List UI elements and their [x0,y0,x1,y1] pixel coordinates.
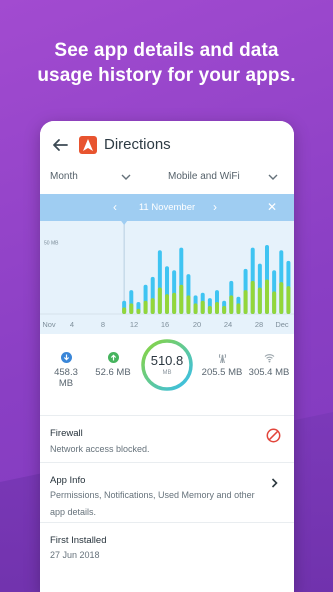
bar-mobile [265,279,269,314]
headline-line-2: usage history for your apps. [37,65,296,86]
selected-date: 11 November [138,202,196,213]
firewall-status: Network access blocked. [50,444,150,454]
bar-mobile [157,287,162,314]
bar-mobile [129,303,134,314]
bar-mobile [186,295,191,314]
bar-mobile [229,295,234,314]
x-tick-label: 20 [193,320,201,329]
total-usage-ring: 510.8 MB [140,338,194,392]
x-tick-label: 12 [130,320,138,329]
stat-mobile: 205.5 MB [200,352,244,378]
chart-canvas: 50 MB Nov 4 8 12 16 20 24 28 Dec [40,221,294,329]
bar-mobile [165,294,169,314]
firewall-section[interactable]: Firewall Network access blocked. [40,416,294,463]
upload-icon [107,352,119,363]
x-tick-label: 16 [161,320,169,329]
chevron-right-icon [271,478,278,488]
bar-mobile [272,291,277,314]
bar-mobile [279,282,284,314]
period-value: Month [50,171,78,182]
cellular-tower-icon [218,353,226,363]
wifi-icon [264,354,274,363]
bar-mobile [179,284,184,314]
bar-mobile [136,308,141,314]
bar-mobile [207,306,212,314]
app-bar: Directions [40,121,294,169]
app-info-title: App Info [50,475,86,486]
bar-mobile [215,302,219,314]
x-tick-label: 4 [70,320,74,329]
first-installed-date: 27 Jun 2018 [50,550,100,560]
app-info-section[interactable]: App Info Permissions, Notifications, Use… [40,463,294,523]
blocked-icon[interactable] [266,428,281,443]
bar-mobile [222,306,227,314]
headline-line-1: See app details and data [54,40,279,61]
bar-mobile [150,298,155,314]
bar-mobile [122,307,127,314]
bar-mobile [200,300,205,314]
x-tick-label: Nov [42,320,56,329]
x-tick-label: Dec [275,320,289,329]
first-installed-title: First Installed [50,535,107,546]
stat-wifi: 305.4 MB [247,352,291,378]
close-icon[interactable]: ✕ [267,200,277,214]
firewall-title: Firewall [50,428,83,439]
bar-mobile [257,287,262,314]
download-icon [60,352,72,363]
bar-mobile [236,303,241,314]
stat-mobile-value: 205.5 MB [201,367,243,378]
stat-download-value: 458.3 MB [54,367,78,389]
bar-mobile [143,300,148,314]
stat-wifi-value: 305.4 MB [248,367,290,378]
arrow-left-icon[interactable] [51,136,69,154]
x-tick-label: 28 [255,320,263,329]
bar-mobile [243,290,248,314]
bar-mobile [286,286,291,314]
y-marker-label: 50 MB [44,241,59,247]
bar-mobile [193,303,198,314]
app-info-description: Permissions, Notifications, Used Memory … [50,490,255,517]
total-usage-value: 510.8 [150,353,184,368]
bar-mobile [172,292,177,314]
stat-download: 458.3 MB [46,352,86,389]
first-installed-section: First Installed 27 Jun 2018 [40,523,294,592]
selected-date-bar: ‹ 11 November › ✕ [40,194,294,221]
navigation-arrow-icon [79,136,97,154]
bar-mobile [250,280,255,314]
promo-headline: See app details and data usage history f… [0,38,333,88]
stat-upload-value: 52.6 MB [95,367,131,378]
chevron-down-icon [268,174,278,180]
page-title: Directions [104,136,171,153]
selected-day-pointer [121,221,128,225]
stats-row: 458.3 MB 52.6 MB 510.8 MB 205.5 MB 305.4… [40,334,294,416]
phone-screen: Directions Month Mobile and WiFi ‹ 11 No… [40,121,294,592]
total-usage-unit: MB [162,370,172,376]
usage-chart[interactable]: ‹ 11 November › ✕ 50 MB Nov 4 8 12 16 20 24 28 De… [40,194,294,334]
x-tick-label: 8 [101,320,105,329]
filter-bar: Month Mobile and WiFi [40,169,294,194]
next-day-button[interactable]: › [213,200,217,214]
chevron-down-icon [121,174,131,180]
network-value: Mobile and WiFi [168,171,240,182]
stat-upload: 52.6 MB [93,352,133,378]
x-tick-label: 24 [224,320,232,329]
